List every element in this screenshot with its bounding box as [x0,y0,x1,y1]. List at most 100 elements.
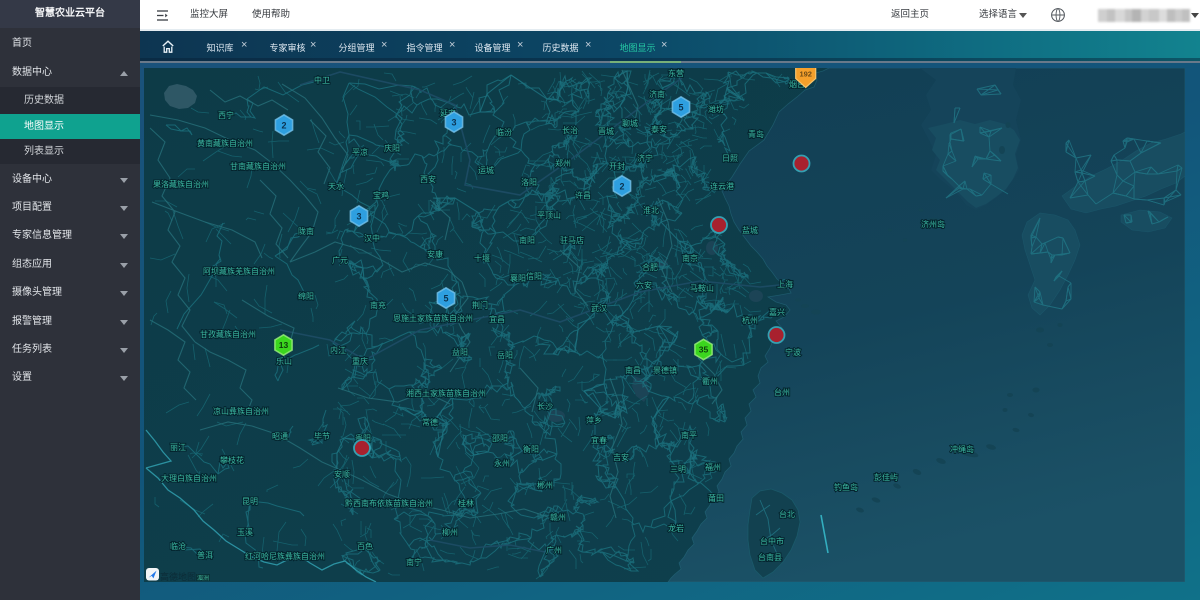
svg-text:台中市: 台中市 [760,536,784,546]
svg-text:嘉兴: 嘉兴 [769,307,785,317]
svg-text:钓鱼岛: 钓鱼岛 [834,482,858,492]
svg-text:凉山彝族自治州: 凉山彝族自治州 [213,406,269,416]
svg-text:13: 13 [279,340,289,350]
svg-text:丽江: 丽江 [170,443,186,452]
svg-text:南阳: 南阳 [519,235,535,245]
svg-text:青岛: 青岛 [748,129,764,139]
svg-text:中卫: 中卫 [314,75,330,85]
svg-text:晋城: 晋城 [598,127,614,136]
svg-text:常德: 常德 [422,417,438,427]
svg-text:台南县: 台南县 [758,552,782,562]
svg-text:平顶山: 平顶山 [537,210,561,220]
svg-text:昆明: 昆明 [242,497,258,506]
svg-text:35: 35 [699,345,709,355]
svg-text:甘孜藏族自治州: 甘孜藏族自治州 [200,329,256,339]
svg-text:恩施土家族苗族自治州: 恩施土家族苗族自治州 [393,313,473,323]
svg-text:柳州: 柳州 [442,527,458,537]
svg-text:杭州: 杭州 [742,315,758,325]
svg-text:果洛藏族自治州: 果洛藏族自治州 [153,179,209,189]
svg-text:洛阳: 洛阳 [521,177,537,187]
svg-text:百色: 百色 [357,541,373,551]
svg-text:开封: 开封 [609,161,625,171]
svg-text:南充: 南充 [370,300,386,310]
svg-text:武汉: 武汉 [591,303,607,313]
svg-text:内江: 内江 [330,345,346,355]
svg-text:3: 3 [356,211,361,221]
svg-text:信阳: 信阳 [526,271,542,281]
svg-text:陇南: 陇南 [298,226,314,236]
svg-text:郴州: 郴州 [537,481,553,490]
svg-text:台州: 台州 [774,387,790,397]
svg-text:安康: 安康 [427,249,443,259]
svg-text:桂林: 桂林 [458,498,474,508]
svg-text:岳阳: 岳阳 [497,350,513,360]
svg-text:高德地图: 高德地图 [160,571,196,582]
svg-text:长治: 长治 [562,125,578,135]
svg-text:淮北: 淮北 [643,205,659,215]
svg-text:东营: 东营 [668,68,684,78]
svg-text:玉溪: 玉溪 [237,527,253,537]
svg-text:南平: 南平 [681,430,697,440]
svg-text:平凉: 平凉 [352,147,368,157]
svg-text:192: 192 [799,70,812,79]
svg-text:莆田: 莆田 [708,493,724,503]
svg-text:阿坝藏族羌族自治州: 阿坝藏族羌族自治州 [203,266,275,276]
svg-text:邵阳: 邵阳 [492,434,508,443]
svg-text:六安: 六安 [636,280,652,290]
svg-text:泰安: 泰安 [651,124,667,134]
svg-text:广元: 广元 [332,255,348,265]
svg-text:安顺: 安顺 [334,469,350,479]
svg-text:湄洲: 湄洲 [197,574,209,582]
svg-text:重庆: 重庆 [352,356,368,366]
svg-text:赣州: 赣州 [550,512,566,522]
svg-text:盐城: 盐城 [742,225,758,235]
svg-text:临汾: 临汾 [496,127,512,137]
svg-text:衢州: 衢州 [702,376,718,386]
svg-text:吉安: 吉安 [613,452,629,462]
svg-text:彭佳屿: 彭佳屿 [874,472,898,482]
svg-text:马鞍山: 马鞍山 [690,283,714,293]
svg-text:日照: 日照 [722,154,738,163]
svg-text:运城: 运城 [478,166,494,175]
svg-text:驻马店: 驻马店 [560,235,584,245]
svg-text:龙岩: 龙岩 [668,523,684,533]
svg-text:2: 2 [619,181,624,191]
svg-text:宁波: 宁波 [785,347,801,357]
svg-text:聊城: 聊城 [622,119,638,128]
svg-text:甘南藏族自治州: 甘南藏族自治州 [230,161,286,171]
svg-text:南京: 南京 [682,253,698,263]
svg-text:宝鸡: 宝鸡 [373,190,389,200]
svg-text:攀枝花: 攀枝花 [220,455,244,465]
svg-text:十堰: 十堰 [474,253,490,263]
svg-text:济宁: 济宁 [637,153,653,163]
svg-text:南宁: 南宁 [406,557,422,567]
svg-text:萍乡: 萍乡 [586,415,602,425]
svg-text:襄阳: 襄阳 [510,273,526,283]
svg-text:广州: 广州 [546,545,562,555]
svg-text:益阳: 益阳 [452,347,468,357]
svg-text:黔西南布依族苗族自治州: 黔西南布依族苗族自治州 [345,498,433,508]
svg-text:荆门: 荆门 [472,300,488,310]
svg-text:济州岛: 济州岛 [921,219,945,229]
svg-text:福州: 福州 [705,463,721,472]
svg-text:长沙: 长沙 [537,401,553,411]
svg-text:2: 2 [281,120,286,130]
svg-text:潍坊: 潍坊 [708,104,724,114]
svg-text:衡阳: 衡阳 [523,444,539,454]
svg-text:大理白族自治州: 大理白族自治州 [161,473,217,483]
svg-text:庆阳: 庆阳 [384,143,400,153]
svg-text:红河哈尼族彝族自治州: 红河哈尼族彝族自治州 [245,551,325,561]
svg-text:许昌: 许昌 [575,190,591,200]
svg-text:普洱: 普洱 [197,550,213,560]
svg-text:5: 5 [443,293,448,303]
svg-text:三明: 三明 [670,465,686,474]
svg-text:上海: 上海 [777,279,793,289]
svg-text:南昌: 南昌 [625,365,641,375]
svg-text:乐山: 乐山 [276,356,292,366]
svg-text:合肥: 合肥 [642,262,658,272]
svg-text:昭通: 昭通 [272,431,288,441]
svg-text:3: 3 [451,117,456,127]
svg-text:永州: 永州 [494,458,510,468]
svg-text:济南: 济南 [649,89,665,99]
svg-text:台北: 台北 [779,509,795,519]
